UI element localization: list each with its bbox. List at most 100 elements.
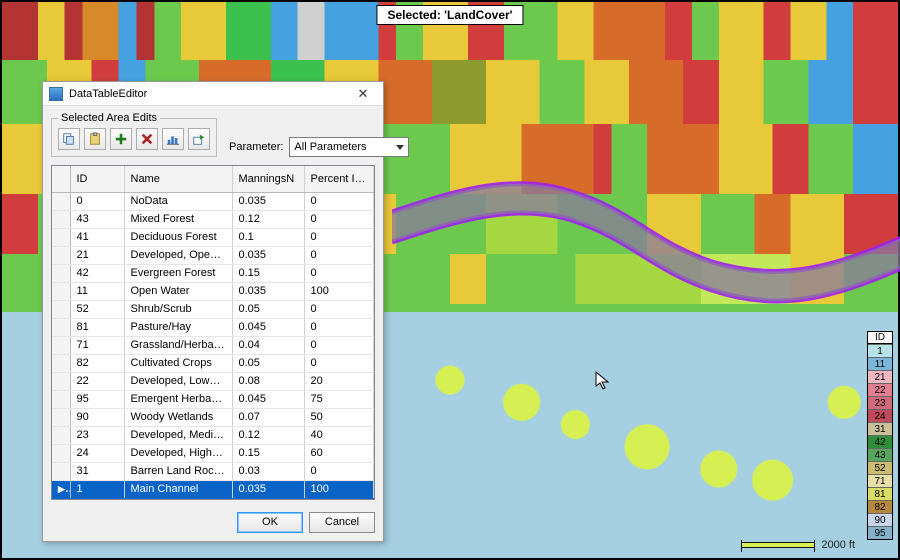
row-header[interactable] bbox=[52, 264, 70, 282]
cell[interactable]: 24 bbox=[70, 444, 124, 462]
cell[interactable]: 75 bbox=[304, 390, 374, 408]
cell[interactable]: 95 bbox=[70, 390, 124, 408]
cell[interactable]: 0 bbox=[304, 210, 374, 228]
cell[interactable]: 20 bbox=[304, 372, 374, 390]
cell[interactable]: 0 bbox=[70, 192, 124, 210]
row-header[interactable] bbox=[52, 282, 70, 300]
table-row[interactable]: 52Shrub/Scrub0.050 bbox=[52, 300, 374, 318]
table-row[interactable]: 41Deciduous Forest0.10 bbox=[52, 228, 374, 246]
cell[interactable]: 0 bbox=[304, 354, 374, 372]
cell[interactable]: 0 bbox=[304, 318, 374, 336]
cell[interactable]: 0 bbox=[304, 462, 374, 480]
row-header[interactable] bbox=[52, 390, 70, 408]
cell[interactable]: 82 bbox=[70, 354, 124, 372]
row-header[interactable] bbox=[52, 444, 70, 462]
table-row[interactable]: ▶1Main Channel0.035100 bbox=[52, 480, 374, 498]
close-icon[interactable]: ✕ bbox=[349, 84, 377, 104]
row-header[interactable] bbox=[52, 318, 70, 336]
cell[interactable]: 50 bbox=[304, 408, 374, 426]
cell[interactable]: 0.07 bbox=[232, 408, 304, 426]
cell[interactable]: 0.045 bbox=[232, 318, 304, 336]
cell[interactable]: Emergent Herbac… bbox=[124, 390, 232, 408]
cell[interactable]: 0.05 bbox=[232, 300, 304, 318]
copy-icon[interactable] bbox=[58, 128, 80, 150]
add-icon[interactable] bbox=[110, 128, 132, 150]
table-row[interactable]: 71Grassland/Herba…0.040 bbox=[52, 336, 374, 354]
cell[interactable]: 0 bbox=[304, 264, 374, 282]
delete-icon[interactable] bbox=[136, 128, 158, 150]
cell[interactable]: 0.035 bbox=[232, 246, 304, 264]
row-header[interactable] bbox=[52, 246, 70, 264]
table-row[interactable]: 31Barren Land Roc…0.030 bbox=[52, 462, 374, 480]
cell[interactable]: 100 bbox=[304, 282, 374, 300]
export-icon[interactable] bbox=[188, 128, 210, 150]
cell[interactable]: 21 bbox=[70, 246, 124, 264]
cell[interactable]: 0 bbox=[304, 246, 374, 264]
cell[interactable]: NoData bbox=[124, 192, 232, 210]
cell[interactable]: 0.035 bbox=[232, 282, 304, 300]
cell[interactable]: 0.04 bbox=[232, 336, 304, 354]
cell[interactable]: 0.03 bbox=[232, 462, 304, 480]
col-manningsn[interactable]: ManningsN bbox=[232, 166, 304, 192]
paste-icon[interactable] bbox=[84, 128, 106, 150]
cell[interactable]: 100 bbox=[304, 480, 374, 498]
col-pct-imperv[interactable]: Percent Impervious bbox=[304, 166, 374, 192]
table-row[interactable]: 90Woody Wetlands0.0750 bbox=[52, 408, 374, 426]
row-header[interactable] bbox=[52, 336, 70, 354]
cell[interactable]: Barren Land Roc… bbox=[124, 462, 232, 480]
cancel-button[interactable]: Cancel bbox=[309, 512, 375, 533]
cell[interactable]: 22 bbox=[70, 372, 124, 390]
row-header[interactable] bbox=[52, 300, 70, 318]
row-header[interactable]: ▶ bbox=[52, 480, 70, 498]
cell[interactable]: Evergreen Forest bbox=[124, 264, 232, 282]
cell[interactable]: 0.05 bbox=[232, 354, 304, 372]
row-header[interactable] bbox=[52, 228, 70, 246]
cell[interactable]: 31 bbox=[70, 462, 124, 480]
data-grid[interactable]: ID Name ManningsN Percent Impervious 0No… bbox=[51, 165, 375, 500]
table-row[interactable]: 42Evergreen Forest0.150 bbox=[52, 264, 374, 282]
cell[interactable]: 0.15 bbox=[232, 444, 304, 462]
row-header[interactable] bbox=[52, 354, 70, 372]
cell[interactable]: 42 bbox=[70, 264, 124, 282]
row-header[interactable] bbox=[52, 372, 70, 390]
cell[interactable]: Shrub/Scrub bbox=[124, 300, 232, 318]
cell[interactable]: Main Channel bbox=[124, 480, 232, 498]
cell[interactable]: 43 bbox=[70, 210, 124, 228]
cell[interactable]: 0 bbox=[304, 192, 374, 210]
cell[interactable]: 23 bbox=[70, 426, 124, 444]
cell[interactable]: 81 bbox=[70, 318, 124, 336]
row-header[interactable] bbox=[52, 408, 70, 426]
table-row[interactable]: 43Mixed Forest0.120 bbox=[52, 210, 374, 228]
cell[interactable]: 11 bbox=[70, 282, 124, 300]
row-header[interactable] bbox=[52, 210, 70, 228]
cell[interactable]: 71 bbox=[70, 336, 124, 354]
table-row[interactable]: 82Cultivated Crops0.050 bbox=[52, 354, 374, 372]
row-header[interactable] bbox=[52, 426, 70, 444]
cell[interactable]: 60 bbox=[304, 444, 374, 462]
table-row[interactable]: 21Developed, Ope…0.0350 bbox=[52, 246, 374, 264]
cell[interactable]: 40 bbox=[304, 426, 374, 444]
cell[interactable]: 0.12 bbox=[232, 210, 304, 228]
cell[interactable]: 0 bbox=[304, 336, 374, 354]
cell[interactable]: 0.08 bbox=[232, 372, 304, 390]
col-id[interactable]: ID bbox=[70, 166, 124, 192]
cell[interactable]: 0.035 bbox=[232, 480, 304, 498]
cell[interactable]: Developed, Ope… bbox=[124, 246, 232, 264]
table-row[interactable]: 24Developed, High…0.1560 bbox=[52, 444, 374, 462]
cell[interactable]: 0 bbox=[304, 300, 374, 318]
cell[interactable]: Mixed Forest bbox=[124, 210, 232, 228]
parameter-select[interactable]: All Parameters bbox=[289, 137, 409, 157]
cell[interactable]: Deciduous Forest bbox=[124, 228, 232, 246]
row-header[interactable] bbox=[52, 192, 70, 210]
cell[interactable]: 0 bbox=[304, 228, 374, 246]
cell[interactable]: Open Water bbox=[124, 282, 232, 300]
ok-button[interactable]: OK bbox=[237, 512, 303, 533]
cell[interactable]: Woody Wetlands bbox=[124, 408, 232, 426]
table-row[interactable]: 22Developed, Low…0.0820 bbox=[52, 372, 374, 390]
table-row[interactable]: 23Developed, Medi…0.1240 bbox=[52, 426, 374, 444]
cell[interactable]: 90 bbox=[70, 408, 124, 426]
table-row[interactable]: 0NoData0.0350 bbox=[52, 192, 374, 210]
cell[interactable]: 0.045 bbox=[232, 390, 304, 408]
table-row[interactable]: 81Pasture/Hay0.0450 bbox=[52, 318, 374, 336]
cell[interactable]: Developed, Medi… bbox=[124, 426, 232, 444]
